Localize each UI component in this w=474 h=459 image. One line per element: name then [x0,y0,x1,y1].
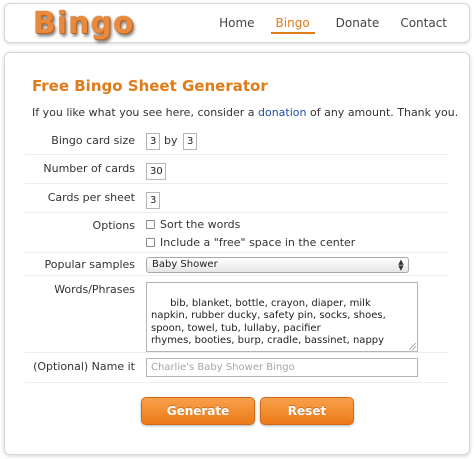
page-title: Free Bingo Sheet Generator [32,77,268,95]
free-space-checkbox[interactable]: Include a "free" space in the center [146,236,355,249]
sort-words-label: Sort the words [160,218,241,231]
divider [25,275,449,276]
generate-button[interactable]: Generate [141,397,255,425]
name-it-label: (Optional) Name it [33,360,135,373]
donation-link[interactable]: donation [258,106,307,119]
nav-home[interactable]: Home [219,16,254,34]
free-space-label: Include a "free" space in the center [160,236,356,249]
cards-per-sheet-label: Cards per sheet [47,191,135,204]
site-header: Bingo Home Bingo Donate Contact [4,3,470,43]
nav-bingo[interactable]: Bingo [270,16,315,34]
divider [25,382,449,383]
sort-words-checkbox[interactable]: Sort the words [146,218,240,231]
intro-text-before: If you like what you see here, consider … [32,106,258,119]
divider [25,252,449,253]
site-logo[interactable]: Bingo [33,6,135,42]
divider [25,212,449,213]
reset-button[interactable]: Reset [260,397,354,425]
by-label: by [164,134,178,147]
generator-panel: Free Bingo Sheet Generator If you like w… [4,52,470,455]
main-nav: Home Bingo Donate Contact [198,16,447,34]
words-textarea[interactable]: bib, blanket, bottle, crayon, diaper, mi… [146,282,418,352]
name-it-input[interactable] [146,358,418,377]
card-size-label: Bingo card size [51,134,135,147]
resize-handle-icon[interactable] [409,343,416,350]
checkbox-icon[interactable] [146,220,155,229]
card-cols-input[interactable]: 3 [183,133,197,150]
words-label: Words/Phrases [54,283,135,296]
nav-contact[interactable]: Contact [400,16,447,34]
select-arrows-icon: ▲ ▼ [398,258,404,272]
divider [25,154,449,155]
popular-samples-select[interactable]: Baby Shower ▲ ▼ [146,257,409,273]
intro-text-after: of any amount. Thank you. [306,106,459,119]
options-label: Options [92,219,135,232]
words-text: bib, blanket, bottle, crayon, diaper, mi… [151,297,386,347]
popular-samples-value: Baby Shower [152,259,218,270]
cards-per-sheet-input[interactable]: 3 [146,192,160,209]
nav-donate[interactable]: Donate [336,16,380,34]
divider [25,352,449,353]
intro-text: If you like what you see here, consider … [32,106,458,119]
popular-samples-label: Popular samples [44,258,135,271]
checkbox-icon[interactable] [146,238,155,247]
divider [25,183,449,184]
card-rows-input[interactable]: 3 [146,133,160,150]
num-cards-input[interactable]: 30 [146,163,166,180]
num-cards-label: Number of cards [43,162,135,175]
